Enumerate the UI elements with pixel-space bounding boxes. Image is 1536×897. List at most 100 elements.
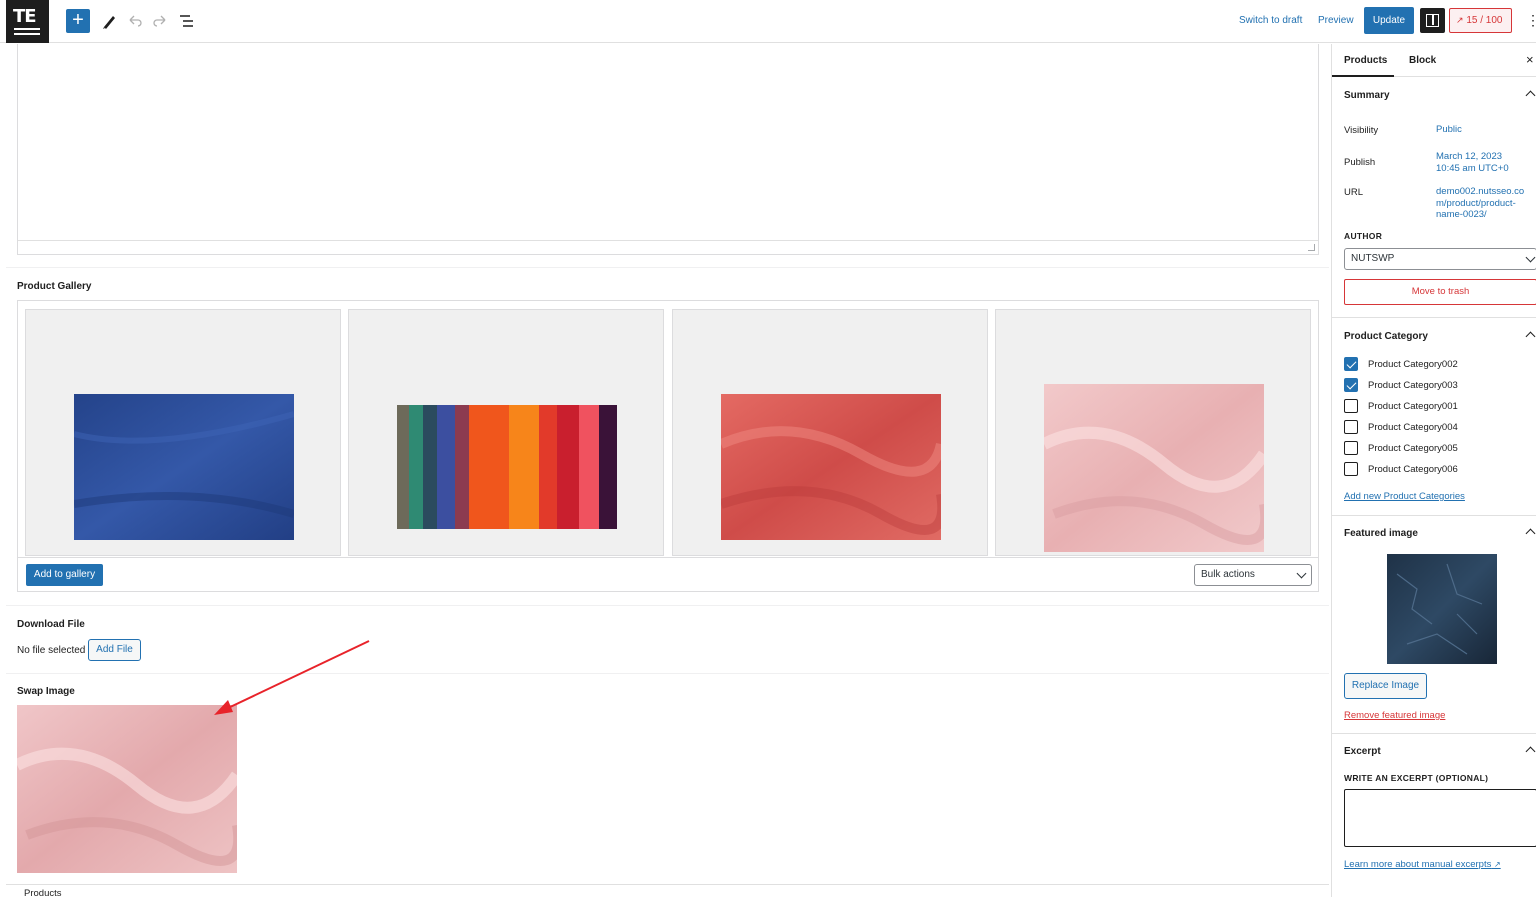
visibility-label: Visibility xyxy=(1344,125,1379,136)
resize-handle-icon[interactable] xyxy=(1308,244,1315,251)
category-label: Product Category004 xyxy=(1368,422,1458,433)
chevron-up-icon[interactable] xyxy=(1525,90,1536,101)
featured-image-thumbnail[interactable] xyxy=(1387,554,1497,664)
sidebar-tabs: Products Block × xyxy=(1332,44,1536,77)
main-content: Product Gallery Add to gallery Bulk acti… xyxy=(6,44,1329,897)
excerpt-label: WRITE AN EXCERPT (OPTIONAL) xyxy=(1344,773,1489,783)
products-footer-label: Products xyxy=(24,888,62,897)
add-new-category-link[interactable]: Add new Product Categories xyxy=(1344,491,1465,502)
url-link[interactable]: demo002.nutsseo.co m/product/product- na… xyxy=(1436,186,1524,221)
publish-label: Publish xyxy=(1344,157,1376,168)
chevron-up-icon[interactable] xyxy=(1525,528,1536,539)
divider xyxy=(6,673,1329,674)
content-editor[interactable] xyxy=(17,44,1319,255)
product-gallery: Add to gallery Bulk actions xyxy=(17,300,1319,592)
category-checkbox[interactable] xyxy=(1344,441,1358,455)
logo-text: TE xyxy=(13,6,37,27)
redo-icon[interactable] xyxy=(150,10,170,32)
close-icon[interactable]: × xyxy=(1526,52,1534,67)
tab-block[interactable]: Block xyxy=(1409,55,1436,66)
gallery-image-blue xyxy=(74,394,294,540)
gallery-item[interactable] xyxy=(672,309,988,556)
publish-date-button[interactable]: March 12, 2023 10:45 am UTC+0 xyxy=(1436,151,1509,174)
category-checkbox[interactable] xyxy=(1344,357,1358,371)
seo-score-value: 15 / 100 xyxy=(1466,15,1503,26)
gallery-item[interactable] xyxy=(995,309,1311,556)
learn-more-excerpts-link[interactable]: Learn more about manual excerpts ↗ xyxy=(1344,859,1501,870)
category-checkbox[interactable] xyxy=(1344,378,1358,392)
seo-score-icon: ↗ xyxy=(1456,15,1464,25)
category-label: Product Category002 xyxy=(1368,359,1458,370)
url-line: m/product/product- xyxy=(1436,197,1516,209)
remove-featured-image-link[interactable]: Remove featured image xyxy=(1344,710,1445,721)
active-tab-indicator xyxy=(1332,75,1394,77)
divider xyxy=(1332,317,1536,318)
add-file-button[interactable]: Add File xyxy=(88,639,141,661)
divider xyxy=(6,267,1329,268)
visibility-value[interactable]: Public xyxy=(1436,124,1462,136)
featured-image-title[interactable]: Featured image xyxy=(1344,528,1418,539)
preview-link[interactable]: Preview xyxy=(1318,15,1354,26)
edit-tool-icon[interactable] xyxy=(100,10,120,32)
gallery-item[interactable] xyxy=(348,309,664,556)
settings-panel-toggle[interactable] xyxy=(1420,8,1445,33)
gallery-image-pink xyxy=(1044,384,1264,552)
url-line: demo002.nutsseo.co xyxy=(1436,186,1525,197)
tab-products[interactable]: Products xyxy=(1344,55,1387,66)
add-block-button[interactable]: + xyxy=(66,9,90,33)
author-label: AUTHOR xyxy=(1344,231,1383,241)
excerpt-textarea[interactable] xyxy=(1344,789,1536,847)
move-to-trash-button[interactable]: Move to trash xyxy=(1344,279,1536,305)
sidebar-toggle-icon xyxy=(1426,14,1439,27)
publish-date: March 12, 2023 xyxy=(1436,151,1503,162)
gallery-item[interactable] xyxy=(25,309,341,556)
excerpt-title[interactable]: Excerpt xyxy=(1344,746,1381,757)
top-toolbar: TE + Switch to draft Preview Update ↗ 15… xyxy=(0,0,1536,43)
no-file-selected-text: No file selected xyxy=(17,645,86,656)
divider xyxy=(1332,515,1536,516)
add-to-gallery-button[interactable]: Add to gallery xyxy=(26,564,103,586)
category-label: Product Category006 xyxy=(1368,464,1458,475)
url-line: name-0023/ xyxy=(1436,209,1487,220)
switch-to-draft-link[interactable]: Switch to draft xyxy=(1239,15,1302,26)
replace-image-button[interactable]: Replace Image xyxy=(1344,673,1427,699)
category-label: Product Category001 xyxy=(1368,401,1458,412)
product-gallery-title: Product Gallery xyxy=(17,281,92,292)
gallery-image-multicolor xyxy=(397,405,617,529)
divider xyxy=(1332,733,1536,734)
undo-icon[interactable] xyxy=(125,10,145,32)
seo-score-button[interactable]: ↗ 15 / 100 xyxy=(1449,8,1512,33)
chevron-down-icon xyxy=(1525,252,1536,263)
bulk-actions-select[interactable]: Bulk actions xyxy=(1194,564,1312,586)
options-menu-icon[interactable]: ⋮ xyxy=(1526,12,1536,29)
swap-image-thumbnail[interactable] xyxy=(17,705,237,873)
divider xyxy=(6,605,1329,606)
document-overview-icon[interactable] xyxy=(177,10,197,32)
url-label: URL xyxy=(1344,187,1364,198)
category-checkbox[interactable] xyxy=(1344,420,1358,434)
gallery-image-coral xyxy=(721,394,941,540)
chevron-up-icon[interactable] xyxy=(1525,331,1536,342)
category-label: Product Category005 xyxy=(1368,443,1458,454)
summary-panel-title[interactable]: Summary xyxy=(1344,90,1390,101)
category-label: Product Category003 xyxy=(1368,380,1458,391)
external-link-icon: ↗ xyxy=(1493,860,1501,869)
editor-screen: TE + Switch to draft Preview Update ↗ 15… xyxy=(0,0,1536,897)
logo-underline xyxy=(14,28,40,30)
author-select[interactable]: NUTSWP xyxy=(1344,248,1536,270)
site-logo[interactable]: TE xyxy=(6,0,49,43)
author-value: NUTSWP xyxy=(1351,253,1395,264)
bottom-bar: Products xyxy=(6,884,1329,897)
gallery-divider xyxy=(18,557,1318,558)
category-checkbox[interactable] xyxy=(1344,399,1358,413)
settings-sidebar: Products Block × Summary Visibility Publ… xyxy=(1331,44,1536,897)
chevron-down-icon xyxy=(1296,568,1307,579)
bulk-actions-value: Bulk actions xyxy=(1201,569,1255,580)
product-category-title[interactable]: Product Category xyxy=(1344,331,1428,342)
category-checkbox[interactable] xyxy=(1344,462,1358,476)
publish-time: 10:45 am UTC+0 xyxy=(1436,162,1509,174)
editor-status-bar xyxy=(18,240,1318,241)
update-button[interactable]: Update xyxy=(1364,7,1414,34)
download-file-title: Download File xyxy=(17,619,85,630)
chevron-up-icon[interactable] xyxy=(1525,746,1536,757)
